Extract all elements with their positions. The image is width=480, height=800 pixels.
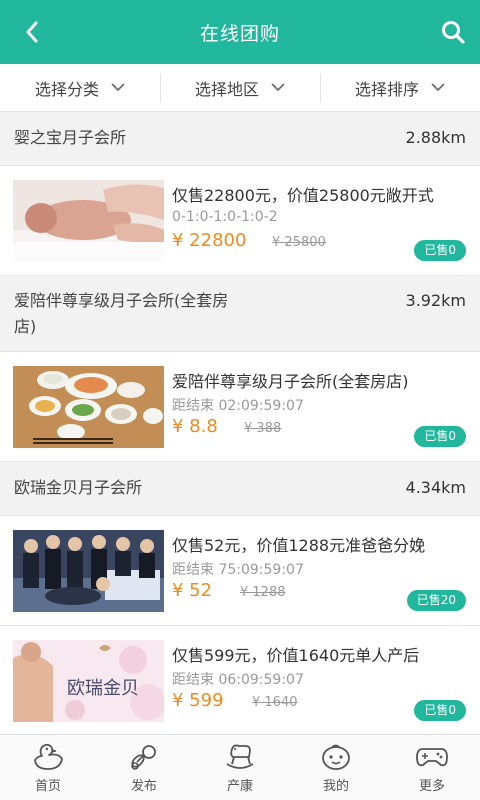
deal-item[interactable]: 仅售52元，价值1288元准爸爸分娩 距结束 75:09:59:07 ¥ 52 … bbox=[0, 516, 480, 626]
deal-countdown: 距结束 02:09:59:07 bbox=[172, 398, 304, 414]
deal-title: 爱陪伴尊享级月子会所(全套房店) bbox=[172, 372, 409, 391]
sold-badge: 已售0 bbox=[414, 240, 466, 261]
search-button[interactable] bbox=[438, 17, 468, 47]
tab-mine-label: 我的 bbox=[322, 778, 349, 794]
deal-price: ¥ 599 bbox=[172, 690, 224, 711]
tab-publish-label: 发布 bbox=[130, 778, 157, 794]
tab-publish[interactable]: 发布 bbox=[96, 735, 192, 800]
tab-mine[interactable]: 我的 bbox=[288, 735, 384, 800]
filter-region-label: 选择地区 bbox=[194, 79, 259, 99]
store-header[interactable]: 婴之宝月子会所 2.88km bbox=[0, 112, 480, 166]
deal-thumbnail-baby-massage bbox=[13, 180, 164, 262]
store-name: 婴之宝月子会所 bbox=[14, 128, 127, 147]
baby-face-icon bbox=[319, 742, 353, 772]
deal-price: ¥ 52 bbox=[172, 580, 213, 601]
page-title: 在线团购 bbox=[199, 22, 280, 45]
store-name: 爱陪伴尊享级月子会所(全套房店) bbox=[14, 291, 229, 336]
deal-item[interactable]: 仅售22800元，价值25800元敞开式 0-1:0-1:0-1:0-2 ¥ 2… bbox=[0, 166, 480, 276]
deal-thumbnail-brand-banner: 欧瑞金贝 bbox=[13, 640, 164, 722]
deal-original-price: ¥ 1640 bbox=[252, 695, 298, 710]
rocking-horse-icon bbox=[223, 742, 257, 772]
tab-more[interactable]: 更多 bbox=[384, 735, 480, 800]
deal-countdown: 距结束 75:09:59:07 bbox=[172, 562, 304, 578]
deal-original-price: ¥ 25800 bbox=[272, 235, 326, 250]
deal-original-price: ¥ 1288 bbox=[240, 585, 286, 600]
filter-sort[interactable]: 选择排序 bbox=[320, 64, 480, 111]
chevron-down-icon bbox=[431, 83, 445, 92]
duck-icon bbox=[31, 742, 65, 772]
tab-home-label: 首页 bbox=[34, 778, 61, 794]
deal-item[interactable]: 欧瑞金贝 仅售599元，价值1640元单人产后 距结束 06:09:59:07 … bbox=[0, 626, 480, 734]
filter-category-label: 选择分类 bbox=[34, 79, 99, 99]
deal-subtitle: 0-1:0-1:0-1:0-2 bbox=[172, 209, 278, 225]
bottom-tab-bar: 首页 发布 产康 我的 更多 bbox=[0, 734, 480, 800]
deal-title: 仅售52元，价值1288元准爸爸分娩 bbox=[172, 536, 426, 555]
filter-region[interactable]: 选择地区 bbox=[160, 64, 320, 111]
store-header[interactable]: 欧瑞金贝月子会所 4.34km bbox=[0, 462, 480, 516]
filter-category[interactable]: 选择分类 bbox=[0, 64, 160, 111]
deal-price: ¥ 22800 bbox=[172, 230, 247, 251]
filter-bar: 选择分类 选择地区 选择排序 bbox=[0, 64, 480, 112]
deal-price: ¥ 8.8 bbox=[172, 416, 218, 437]
tab-postpartum-label: 产康 bbox=[226, 778, 253, 794]
back-button[interactable] bbox=[18, 18, 46, 46]
chevron-down-icon bbox=[111, 83, 125, 92]
deal-thumbnail-brand-text: 欧瑞金贝 bbox=[67, 678, 139, 699]
deal-item[interactable]: 爱陪伴尊享级月子会所(全套房店) 距结束 02:09:59:07 ¥ 8.8 ¥… bbox=[0, 352, 480, 462]
tab-home[interactable]: 首页 bbox=[0, 735, 96, 800]
chevron-down-icon bbox=[271, 83, 285, 92]
deal-thumbnail-meal bbox=[13, 366, 164, 448]
pacifier-icon bbox=[127, 742, 161, 772]
search-icon bbox=[442, 21, 465, 44]
filter-sort-label: 选择排序 bbox=[354, 79, 419, 99]
deal-title: 仅售22800元，价值25800元敞开式 bbox=[172, 186, 434, 205]
store-name: 欧瑞金贝月子会所 bbox=[14, 478, 143, 497]
store-header[interactable]: 爱陪伴尊享级月子会所(全套房店) 3.92km bbox=[0, 276, 480, 352]
deal-list[interactable]: 婴之宝月子会所 2.88km 仅售22800元，价值25800元敞开式 0-1:… bbox=[0, 112, 480, 734]
sold-badge: 已售0 bbox=[414, 426, 466, 447]
store-distance: 2.88km bbox=[405, 128, 466, 147]
sold-badge: 已售20 bbox=[406, 590, 466, 611]
sold-badge: 已售0 bbox=[414, 700, 466, 721]
store-distance: 4.34km bbox=[405, 478, 466, 497]
deal-original-price: ¥ 388 bbox=[244, 421, 282, 436]
back-arrow-icon bbox=[26, 21, 38, 43]
store-distance: 3.92km bbox=[405, 291, 466, 310]
deal-countdown: 距结束 06:09:59:07 bbox=[172, 672, 304, 688]
app-header: 在线团购 bbox=[0, 0, 480, 64]
tab-more-label: 更多 bbox=[418, 778, 445, 794]
deal-title: 仅售599元，价值1640元单人产后 bbox=[172, 646, 420, 665]
gamepad-icon bbox=[415, 742, 449, 772]
tab-postpartum[interactable]: 产康 bbox=[192, 735, 288, 800]
deal-thumbnail-group-photo bbox=[13, 530, 164, 612]
